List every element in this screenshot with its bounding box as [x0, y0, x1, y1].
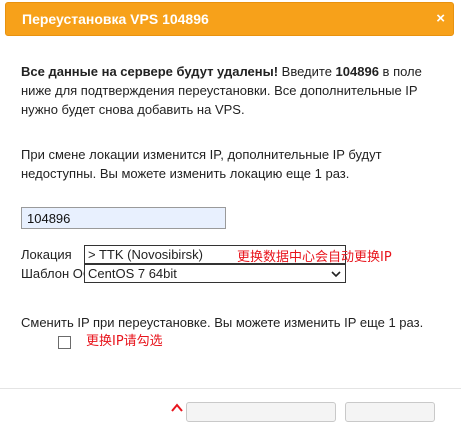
os-template-select[interactable]: CentOS 7 64bit	[84, 264, 346, 283]
dialog-titlebar: Переустановка VPS 104896 ×	[5, 2, 454, 36]
vps-id: 104896	[335, 64, 379, 79]
confirm-id-input[interactable]	[21, 207, 226, 229]
location-selected-value: > TTK (Novosibirsk)	[88, 247, 203, 262]
cancel-button[interactable]	[345, 402, 435, 422]
arrow-marker-icon	[171, 403, 183, 412]
reinstall-vps-dialog: Переустановка VPS 104896 × Все данные на…	[0, 0, 461, 422]
warning-text-part1: Введите	[278, 64, 336, 79]
footer-divider	[0, 388, 461, 389]
warning-bold: Все данные на сервере будут удалены!	[21, 64, 279, 79]
warning-text: Все данные на сервере будут удалены! Вве…	[21, 62, 439, 119]
ip-annotation: 更换IP请勾选	[86, 334, 163, 349]
location-change-note: При смене локации изменится IP, дополнит…	[21, 147, 382, 181]
location-annotation: 更换数据中心会自动更换IP	[237, 250, 392, 265]
change-ip-checkbox[interactable]	[58, 336, 71, 349]
change-ip-text: Сменить IP при переустановке. Вы можете …	[21, 315, 424, 330]
template-label: Шаблон ОС	[21, 266, 93, 281]
dialog-title: Переустановка VPS 104896	[22, 11, 209, 27]
reinstall-button[interactable]	[186, 402, 336, 422]
close-icon[interactable]: ×	[436, 10, 445, 27]
template-selected-value: CentOS 7 64bit	[88, 266, 177, 281]
chevron-down-icon	[331, 271, 341, 278]
location-label: Локация	[21, 247, 72, 262]
